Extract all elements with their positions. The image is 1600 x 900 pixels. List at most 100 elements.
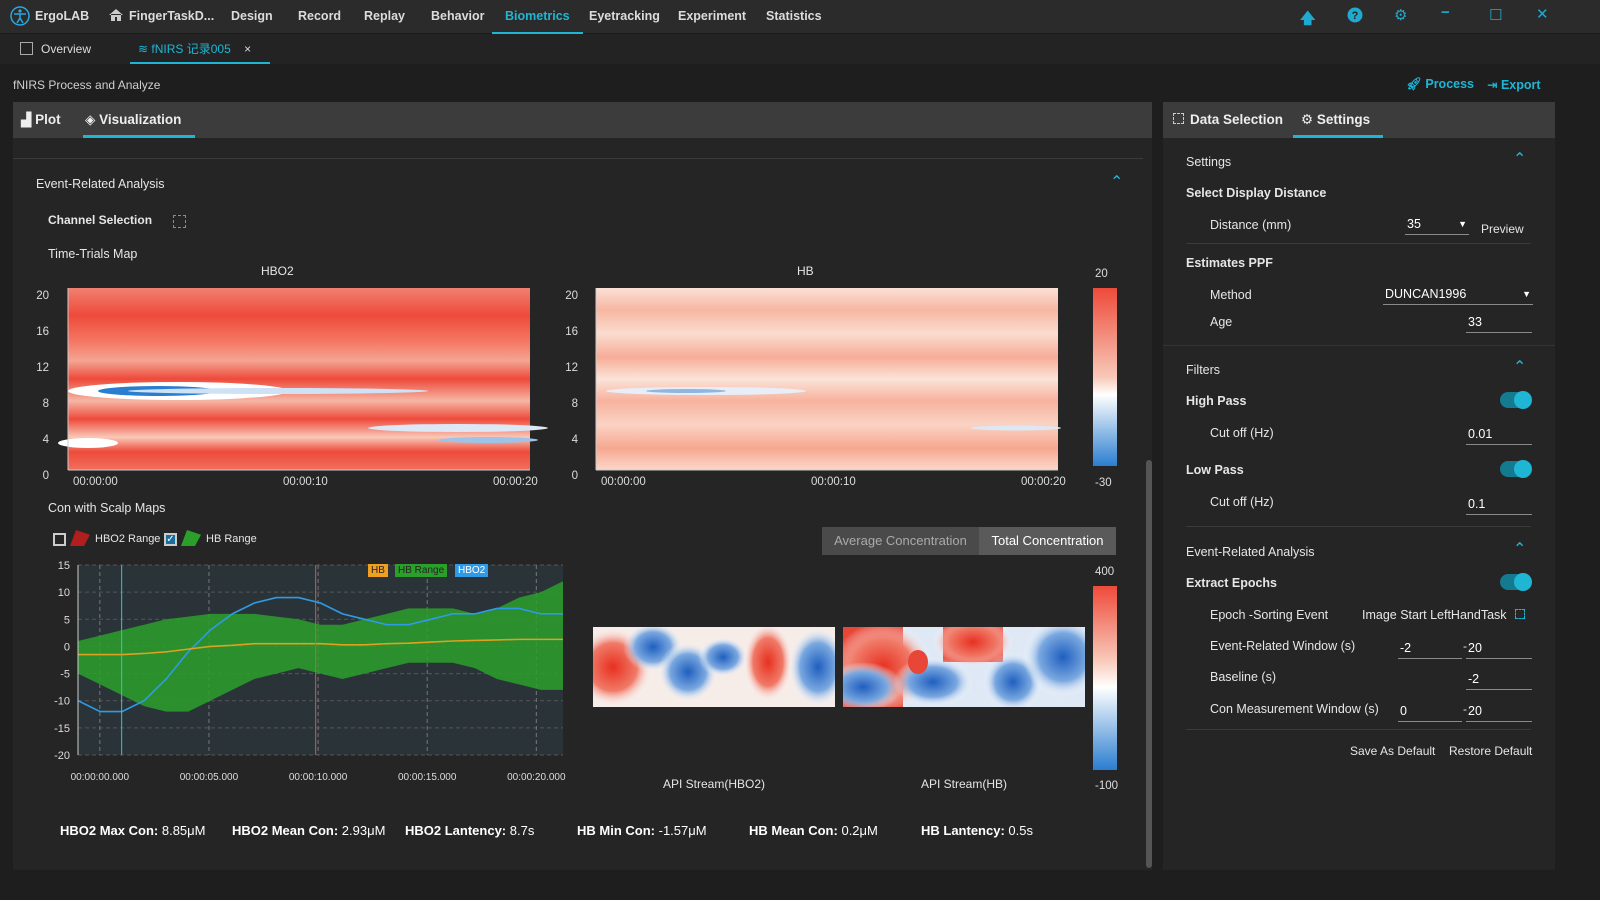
export-button[interactable]: ⇥ Export <box>1487 77 1541 92</box>
window-to-input[interactable]: 20 <box>1466 637 1532 659</box>
ytick: 12 <box>565 362 578 374</box>
con-to-input[interactable]: 20 <box>1466 700 1532 722</box>
page-title: fNIRS Process and Analyze <box>13 78 161 92</box>
settings-panel: Data Selection ⚙ Settings Settings ⌃ Sel… <box>1163 102 1555 870</box>
ytick: 0 <box>42 470 49 482</box>
menu-biometrics[interactable]: Biometrics <box>492 0 583 34</box>
chevron-down-icon: ▼ <box>1458 219 1467 229</box>
collapse-icon[interactable]: ⌃ <box>1513 149 1526 169</box>
method-select[interactable]: DUNCAN1996 ▼ <box>1383 283 1533 305</box>
preview-link[interactable]: Preview <box>1481 222 1524 236</box>
time-trials-title: Time-Trials Map <box>48 247 138 261</box>
channel-select-icon[interactable] <box>173 215 186 228</box>
age-input[interactable]: 33 <box>1466 311 1532 333</box>
xtick: 00:00:00 <box>73 476 118 488</box>
hbo2-range-checkbox[interactable] <box>53 533 66 546</box>
lp-cutoff-input[interactable]: 0.1 <box>1466 493 1532 515</box>
minimize-icon[interactable]: − <box>1441 4 1450 21</box>
stat-value: 8.7s <box>509 823 535 838</box>
gear-icon[interactable]: ⚙ <box>1394 6 1407 24</box>
project-menu[interactable]: FingerTaskD... <box>129 0 214 34</box>
legend-hbo2: HBO2 <box>455 564 489 577</box>
extract-epochs-label: Extract Epochs <box>1186 576 1278 590</box>
upload-icon[interactable]: 🡅 <box>1300 8 1315 33</box>
hp-cutoff-input[interactable]: 0.01 <box>1466 423 1532 445</box>
chevron-down-icon: ▼ <box>1522 289 1531 299</box>
export-icon: ⇥ <box>1487 78 1498 92</box>
hp-cutoff-label: Cut off (Hz) <box>1210 426 1274 440</box>
help-icon[interactable]: ? <box>1347 7 1363 27</box>
baseline-input[interactable]: -2 <box>1466 668 1532 690</box>
process-button[interactable]: 🚀︎ Process <box>1406 77 1474 92</box>
ytick: 8 <box>571 398 578 410</box>
collapse-icon[interactable]: ⌃ <box>1513 539 1526 559</box>
total-concentration-button[interactable]: Total Concentration <box>979 527 1116 555</box>
app-logo-icon <box>10 6 30 30</box>
scalp-map-hbo2-label: API Stream(HBO2) <box>663 777 766 791</box>
select-icon <box>1173 113 1184 124</box>
ytick: 12 <box>36 362 49 374</box>
stat-label: HBO2 Lantency: <box>405 823 507 838</box>
tab-plot[interactable]: ▟ Plot <box>21 102 61 138</box>
tab-fnirs[interactable]: ≋ fNIRS 记录005 × <box>130 34 270 64</box>
menu-record[interactable]: Record <box>298 0 341 34</box>
concentration-line-chart: 15 10 5 0 -5 -10 -15 -2000:00:00.000 00:00:05.00… <box>54 560 566 783</box>
divider <box>1186 729 1531 730</box>
settings-section-title: Settings <box>1186 155 1232 169</box>
menu-replay[interactable]: Replay <box>364 0 405 34</box>
maximize-icon[interactable]: ☐ <box>1489 6 1502 24</box>
tab-data-selection[interactable]: Data Selection <box>1173 102 1283 138</box>
hb-range-checkbox[interactable]: ✓ <box>164 533 177 546</box>
fnirs-icon: ≋ <box>138 42 149 56</box>
era-title: Event-Related Analysis <box>1186 545 1315 559</box>
save-default-button[interactable]: Save As Default <box>1350 744 1435 758</box>
lp-cutoff-label: Cut off (Hz) <box>1210 495 1274 509</box>
menu-eyetracking[interactable]: Eyetracking <box>589 0 660 34</box>
epoch-select-icon[interactable] <box>1515 609 1525 619</box>
hbo2-range-label: HBO2 Range <box>95 533 161 545</box>
heatmap-hb-yticks: 20 16 12 8 4 0 <box>562 278 578 494</box>
hb-range-swatch <box>181 530 201 546</box>
window-label: Event-Related Window (s) <box>1210 639 1356 653</box>
high-pass-toggle[interactable] <box>1500 391 1532 409</box>
divider <box>13 158 1143 159</box>
svg-text:?: ? <box>1352 10 1359 22</box>
tab-overview[interactable]: Overview <box>20 34 91 64</box>
tab-close-icon[interactable]: × <box>244 42 251 56</box>
tab-visualization[interactable]: ◈ Visualization <box>83 102 195 138</box>
average-concentration-button[interactable]: Average Concentration <box>822 527 979 555</box>
colorbar2-max: 400 <box>1095 566 1115 578</box>
ytick: 4 <box>42 434 49 446</box>
ytick: 8 <box>42 398 49 410</box>
menu-experiment[interactable]: Experiment <box>678 0 746 34</box>
close-icon[interactable]: ✕ <box>1536 5 1549 23</box>
stat-value: 0.2μM <box>841 823 878 838</box>
tab-settings[interactable]: ⚙ Settings <box>1293 102 1383 138</box>
con-from-input[interactable]: 0 <box>1398 700 1462 722</box>
collapse-icon[interactable]: ⌃ <box>1513 357 1526 377</box>
x-tick-label: 00:00:05.000 <box>180 772 239 783</box>
restore-default-button[interactable]: Restore Default <box>1449 744 1532 758</box>
extract-epochs-toggle[interactable] <box>1500 573 1532 591</box>
stat-hb-latency: HB Lantency: 0.5s <box>921 823 1033 838</box>
menu-behavior[interactable]: Behavior <box>431 0 485 34</box>
colorbar1 <box>1093 288 1117 466</box>
y-tick-label: -15 <box>54 723 70 735</box>
divider <box>1186 526 1531 527</box>
window-from-input[interactable]: -2 <box>1398 637 1462 659</box>
colorbar1-min: -30 <box>1095 477 1112 489</box>
con-window-label: Con Measurement Window (s) <box>1210 702 1379 716</box>
menu-design[interactable]: Design <box>231 0 273 34</box>
distance-select[interactable]: 35 ▼ <box>1405 213 1469 235</box>
menu-statistics[interactable]: Statistics <box>766 0 822 34</box>
stat-hbo2-mean: HBO2 Mean Con: 2.93μM <box>232 823 385 838</box>
display-distance-title: Select Display Distance <box>1186 186 1327 200</box>
home-icon[interactable] <box>108 7 124 27</box>
scrollbar[interactable] <box>1146 460 1152 868</box>
stat-hbo2-max: HBO2 Max Con: 8.85μM <box>60 823 205 838</box>
heatmap-hbo2 <box>58 288 548 471</box>
low-pass-toggle[interactable] <box>1500 460 1532 478</box>
method-value: DUNCAN1996 <box>1385 287 1467 301</box>
collapse-icon[interactable]: ⌃ <box>1110 172 1123 192</box>
epoch-sorting-value: Image Start LeftHandTask <box>1362 608 1507 622</box>
